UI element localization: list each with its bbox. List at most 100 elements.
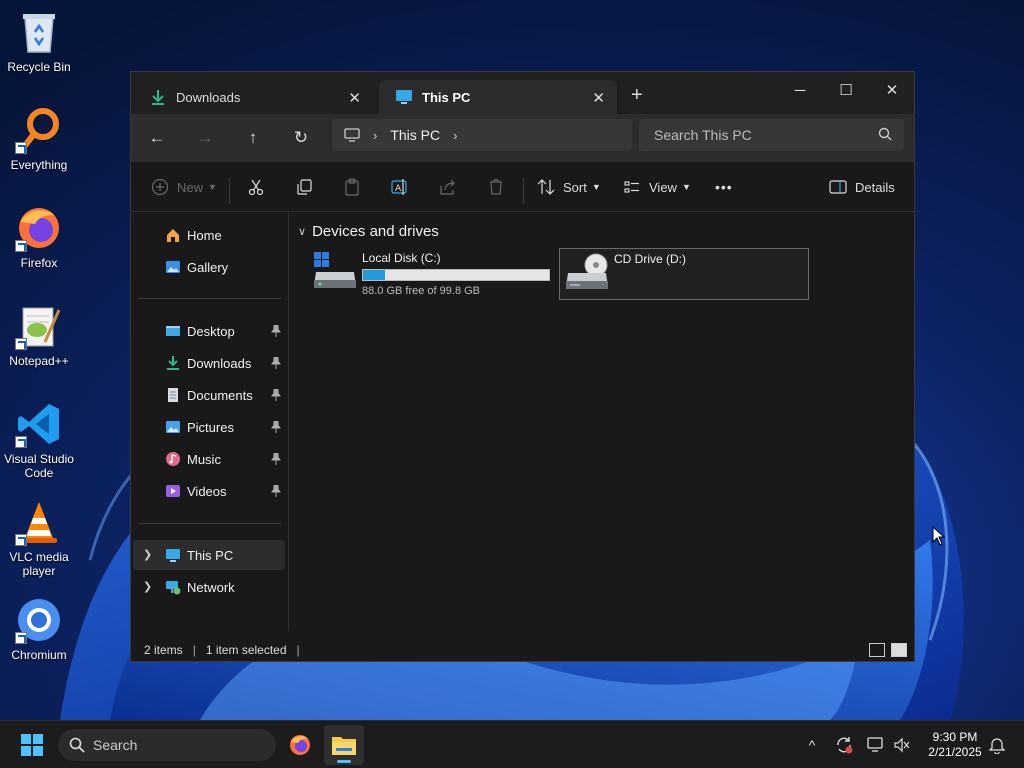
sidebar-item-downloads[interactable]: Downloads bbox=[133, 348, 285, 378]
item-count: 2 items bbox=[144, 643, 183, 657]
tab-label: Downloads bbox=[176, 89, 241, 105]
sidebar-item-label: Pictures bbox=[187, 419, 234, 435]
command-bar: New ▼ A Sort ▼ View ▼ ••• Details bbox=[131, 162, 914, 212]
taskbar-file-explorer[interactable] bbox=[324, 725, 364, 765]
refresh-button[interactable]: ↻ bbox=[289, 126, 313, 150]
scissors-icon bbox=[248, 179, 264, 196]
shortcut-arrow-icon bbox=[15, 632, 27, 644]
sidebar-item-videos[interactable]: Videos bbox=[133, 476, 285, 506]
rename-button[interactable]: A bbox=[391, 176, 409, 198]
sidebar-item-music[interactable]: Music bbox=[133, 444, 285, 474]
windows-start-icon[interactable] bbox=[20, 733, 44, 757]
desktop-icon-vscode[interactable]: Visual Studio Code bbox=[0, 400, 78, 480]
pin-icon[interactable] bbox=[271, 357, 281, 369]
view-label: View bbox=[649, 179, 677, 195]
downloads-folder-icon bbox=[167, 356, 179, 370]
close-tab-icon[interactable]: ✕ bbox=[592, 89, 605, 107]
group-header-devices-and-drives[interactable]: ∨ Devices and drives bbox=[298, 223, 439, 240]
desktop-icon-recycle-bin[interactable]: Recycle Bin bbox=[0, 8, 78, 74]
volume-muted-icon[interactable] bbox=[892, 735, 912, 755]
maximize-button[interactable]: ☐ bbox=[823, 76, 869, 104]
notification-bell-icon[interactable] bbox=[987, 735, 1007, 755]
breadcrumb-this-pc[interactable]: This PC bbox=[390, 127, 440, 143]
details-label: Details bbox=[855, 179, 895, 195]
desktop-icon-vlc[interactable]: VLC media player bbox=[0, 498, 78, 578]
chevron-down-icon: ∨ bbox=[298, 226, 307, 238]
pin-icon[interactable] bbox=[271, 325, 281, 337]
details-pane-button[interactable]: Details bbox=[829, 176, 895, 198]
plus-circle-icon bbox=[151, 178, 169, 196]
chevron-right-icon[interactable]: ❯ bbox=[143, 548, 152, 561]
breadcrumb-separator[interactable]: › bbox=[453, 128, 457, 143]
new-tab-button[interactable]: + bbox=[631, 85, 643, 105]
shortcut-arrow-icon bbox=[15, 240, 27, 252]
view-button[interactable]: View ▼ bbox=[623, 176, 691, 198]
sidebar-item-pictures[interactable]: Pictures bbox=[133, 412, 285, 442]
pin-icon[interactable] bbox=[271, 421, 281, 433]
large-icons-view-icon[interactable] bbox=[891, 643, 907, 657]
address-bar[interactable]: › This PC › bbox=[332, 119, 632, 151]
close-tab-icon[interactable]: ✕ bbox=[348, 89, 361, 107]
minimize-button[interactable]: ─ bbox=[777, 76, 823, 104]
desktop-icon-chromium[interactable]: Chromium bbox=[0, 596, 78, 662]
tab-this-pc[interactable]: This PC ✕ bbox=[379, 80, 617, 114]
search-icon bbox=[878, 127, 892, 141]
new-button[interactable]: New ▼ bbox=[151, 176, 217, 198]
taskbar-clock[interactable]: 9:30 PM 2/21/2025 bbox=[920, 730, 990, 760]
sidebar-item-label: Home bbox=[187, 227, 222, 243]
desktop-folder-icon bbox=[166, 326, 180, 336]
cut-button[interactable] bbox=[247, 176, 265, 198]
network-icon bbox=[166, 581, 181, 595]
desktop-icon-everything[interactable]: Everything bbox=[0, 106, 78, 172]
breadcrumb-separator[interactable]: › bbox=[373, 128, 377, 143]
file-explorer-window: Downloads ✕ This PC ✕ + ─ ☐ ✕ ← → ↑ ↻ › … bbox=[130, 71, 915, 662]
delete-button[interactable] bbox=[487, 176, 505, 198]
close-window-button[interactable]: ✕ bbox=[869, 76, 915, 104]
sidebar-item-this-pc[interactable]: ❯ This PC bbox=[133, 540, 285, 570]
sidebar-item-documents[interactable]: Documents bbox=[133, 380, 285, 410]
pin-icon[interactable] bbox=[271, 485, 281, 497]
desktop-icon-firefox[interactable]: Firefox bbox=[0, 204, 78, 270]
copy-button[interactable] bbox=[295, 176, 313, 198]
show-hidden-icons-chevron[interactable]: ^ bbox=[802, 735, 822, 755]
sidebar-item-desktop[interactable]: Desktop bbox=[133, 316, 285, 346]
sync-update-icon[interactable] bbox=[834, 735, 854, 755]
taskbar-search-placeholder: Search bbox=[93, 737, 138, 753]
search-input[interactable]: Search This PC bbox=[639, 119, 904, 151]
more-options-button[interactable]: ••• bbox=[715, 176, 733, 198]
paste-button[interactable] bbox=[343, 176, 361, 198]
chevron-right-icon[interactable]: ❯ bbox=[143, 580, 152, 593]
shortcut-arrow-icon bbox=[15, 338, 27, 350]
gallery-icon bbox=[166, 261, 180, 273]
shortcut-arrow-icon bbox=[15, 142, 27, 154]
sidebar-item-home[interactable]: Home bbox=[133, 220, 285, 250]
sidebar-divider bbox=[139, 523, 281, 524]
network-status-icon[interactable] bbox=[866, 735, 886, 755]
desktop-icon-label: Chromium bbox=[11, 648, 67, 662]
new-label: New bbox=[177, 179, 204, 195]
recycle-bin-icon bbox=[23, 14, 55, 53]
desktop-icon-label: Everything bbox=[10, 158, 68, 172]
back-button[interactable]: ← bbox=[145, 126, 169, 150]
clock-date: 2/21/2025 bbox=[928, 745, 982, 759]
drive-local-disk-c[interactable]: Local Disk (C:) 88.0 GB free of 99.8 GB bbox=[308, 248, 554, 300]
sort-button[interactable]: Sort ▼ bbox=[537, 176, 601, 198]
sidebar-item-label: Documents bbox=[187, 387, 253, 403]
up-button[interactable]: ↑ bbox=[241, 126, 265, 150]
desktop-icon-notepad-plus-plus[interactable]: Notepad++ bbox=[0, 302, 78, 368]
taskbar-firefox[interactable] bbox=[280, 725, 320, 765]
tab-downloads[interactable]: Downloads ✕ bbox=[133, 80, 373, 114]
clipboard-icon bbox=[345, 178, 359, 196]
sidebar-item-network[interactable]: ❯ Network bbox=[133, 572, 285, 602]
drive-cd-drive-d[interactable]: CD Drive (D:) bbox=[559, 248, 809, 300]
search-placeholder: Search This PC bbox=[654, 127, 752, 143]
sidebar-item-gallery[interactable]: Gallery bbox=[133, 252, 285, 282]
trash-icon bbox=[490, 179, 502, 195]
share-button[interactable] bbox=[439, 176, 457, 198]
pin-icon[interactable] bbox=[271, 453, 281, 465]
forward-button[interactable]: → bbox=[193, 126, 217, 150]
pin-icon[interactable] bbox=[271, 389, 281, 401]
details-view-icon[interactable] bbox=[869, 643, 885, 657]
videos-folder-icon bbox=[166, 485, 180, 497]
taskbar-search-box[interactable]: Search bbox=[58, 729, 276, 761]
